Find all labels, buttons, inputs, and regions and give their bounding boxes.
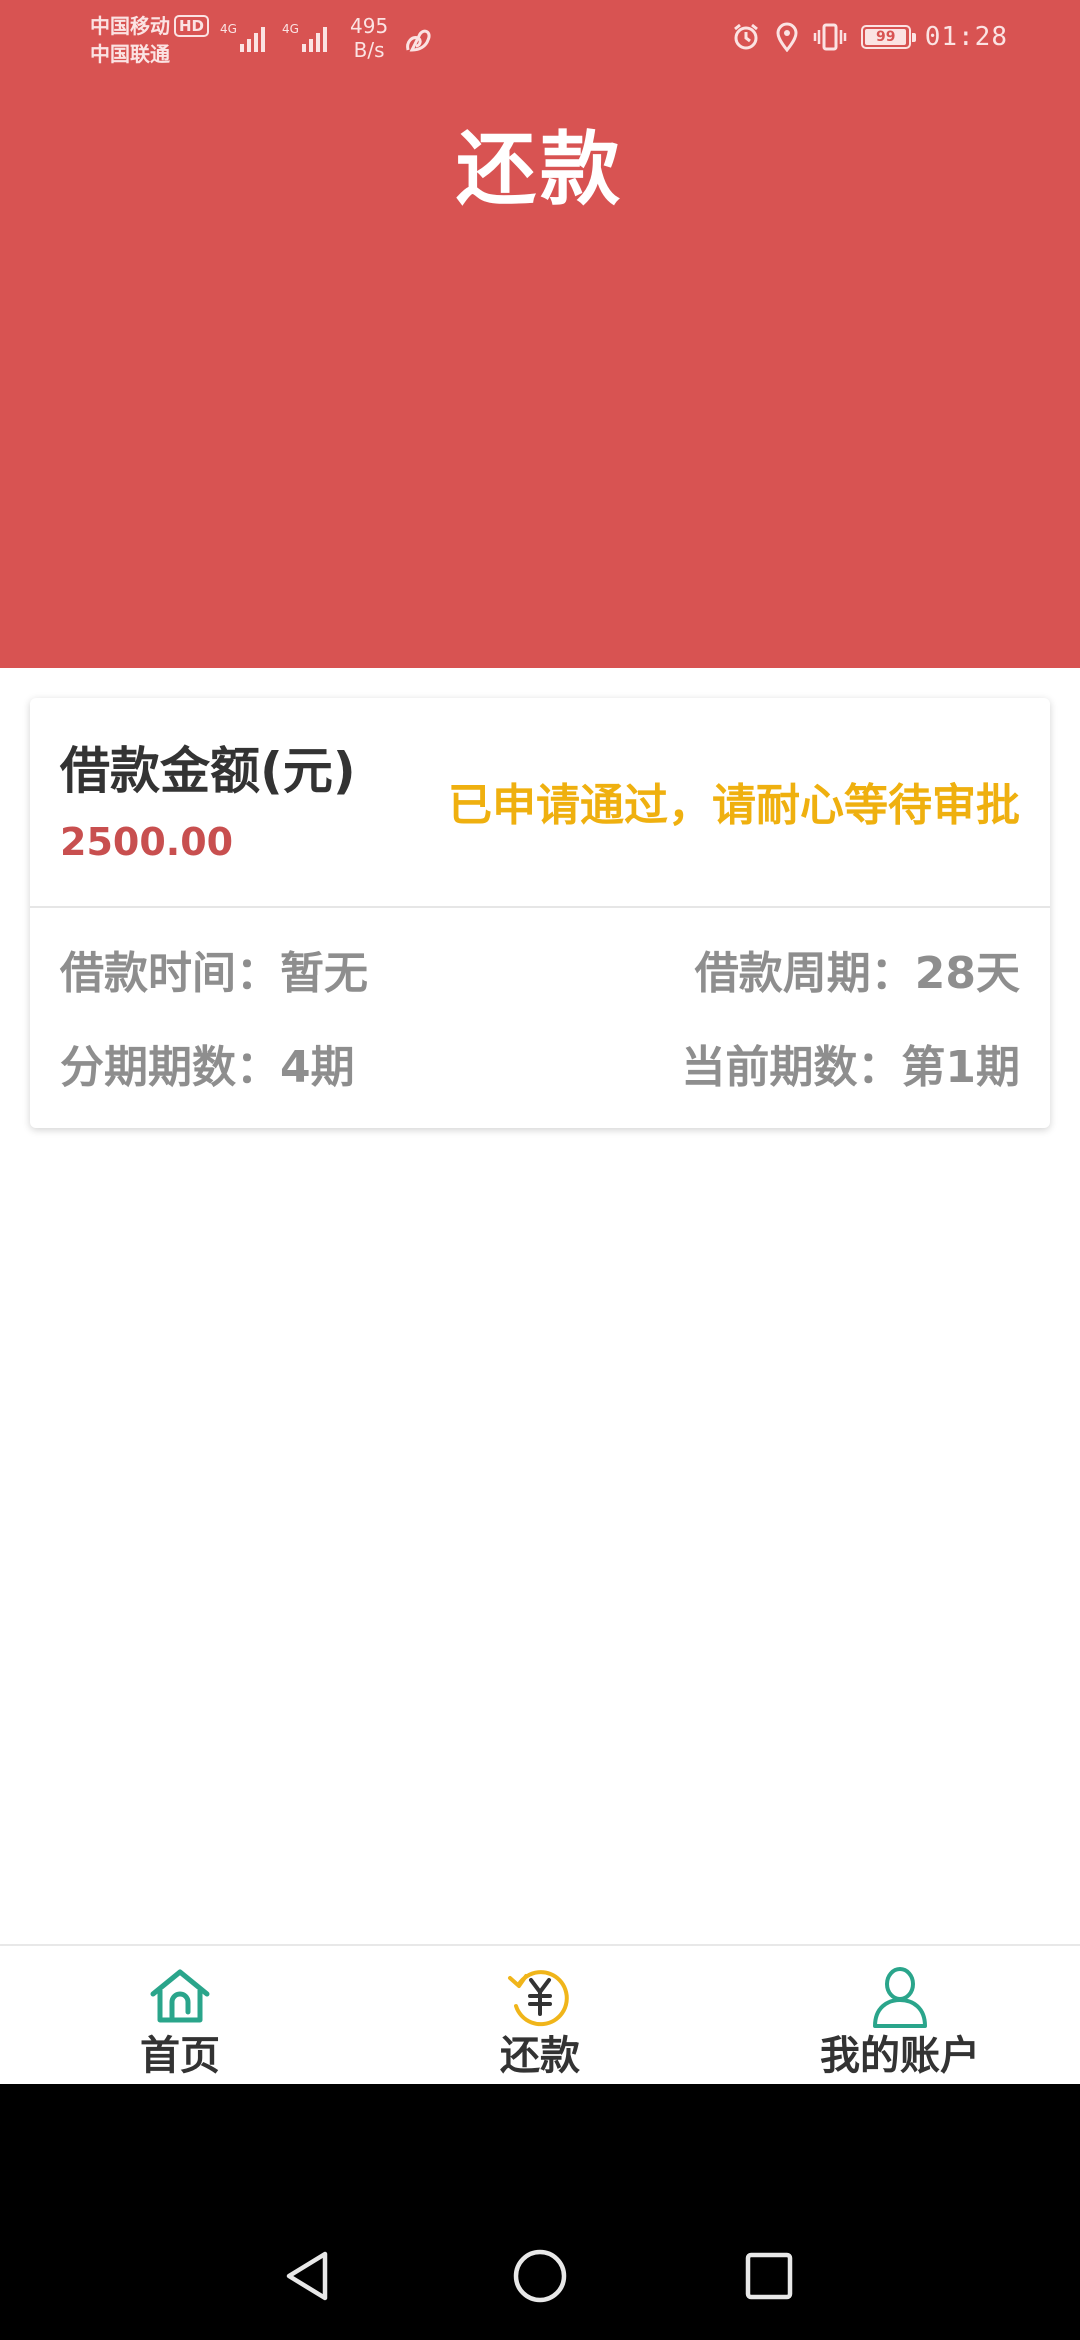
loan-card-summary: 借款金额(元) 2500.00 已申请通过，请耐心等待审批 [30, 698, 1050, 908]
loan-time: 借款时间：暂无 [60, 948, 368, 999]
installment-count: 分期期数：4期 [60, 1042, 355, 1093]
loan-amount-label: 借款金额(元) [60, 742, 356, 800]
signal-2-icon: 4G [282, 22, 327, 52]
loan-amount-value: 2500.00 [60, 820, 234, 864]
alarm-icon [733, 23, 758, 50]
battery-icon: 99 [860, 25, 916, 49]
carrier-info: 中国移动 HD 中国联通 [90, 12, 210, 68]
network-2-label: 4G [282, 22, 299, 36]
speed-value: 495 [350, 14, 389, 38]
loan-period: 借款周期：28天 [694, 948, 1020, 999]
nav-item-home[interactable]: 首页 [0, 1946, 360, 2086]
loan-card: 借款金额(元) 2500.00 已申请通过，请耐心等待审批 借款时间：暂无 借款… [30, 698, 1050, 1128]
nav-item-repayment[interactable]: 还款 [360, 1946, 720, 2086]
carrier-1: 中国移动 [90, 14, 170, 38]
repayment-icon [508, 1970, 569, 2027]
loan-status-message: 已申请通过，请耐心等待审批 [448, 780, 1020, 831]
vibrate-icon [813, 23, 846, 51]
status-time: 01:28 [924, 22, 1008, 52]
status-right: 99 01:28 [731, 22, 1008, 52]
hd-badge: HD [174, 15, 210, 37]
page-title: 还款 [456, 123, 624, 216]
location-icon [776, 22, 798, 52]
header-bar: 中国移动 HD 中国联通 4G 4G 495 B/s 99 01:28 还款 [0, 0, 1080, 668]
battery-level: 99 [875, 29, 896, 45]
nav-label-account: 我的账户 [820, 2033, 980, 2079]
signal-1-icon: 4G [220, 22, 265, 52]
nav-item-account[interactable]: 我的账户 [720, 1946, 1080, 2086]
current-installment: 当前期数：第1期 [681, 1042, 1020, 1093]
network-1-label: 4G [220, 22, 237, 36]
carrier-2: 中国联通 [90, 42, 170, 66]
speed-unit: B/s [353, 38, 385, 62]
account-icon [873, 1967, 927, 2028]
home-icon [150, 1969, 210, 2023]
network-speed: 495 B/s [350, 14, 388, 62]
squirrel-app-icon [406, 29, 431, 52]
nav-label-home: 首页 [140, 2033, 220, 2079]
nav-label-repayment: 还款 [500, 2033, 580, 2079]
back-icon[interactable] [283, 2250, 333, 2302]
system-navigation-bar [0, 2084, 1080, 2340]
home-circle-icon[interactable] [513, 2249, 567, 2303]
status-bar: 中国移动 HD 中国联通 4G 4G 495 B/s 99 01:28 [0, 0, 1080, 80]
bottom-nav: 首页 还款 我的账户 [0, 1944, 1080, 2086]
recent-apps-icon[interactable] [745, 2252, 793, 2300]
